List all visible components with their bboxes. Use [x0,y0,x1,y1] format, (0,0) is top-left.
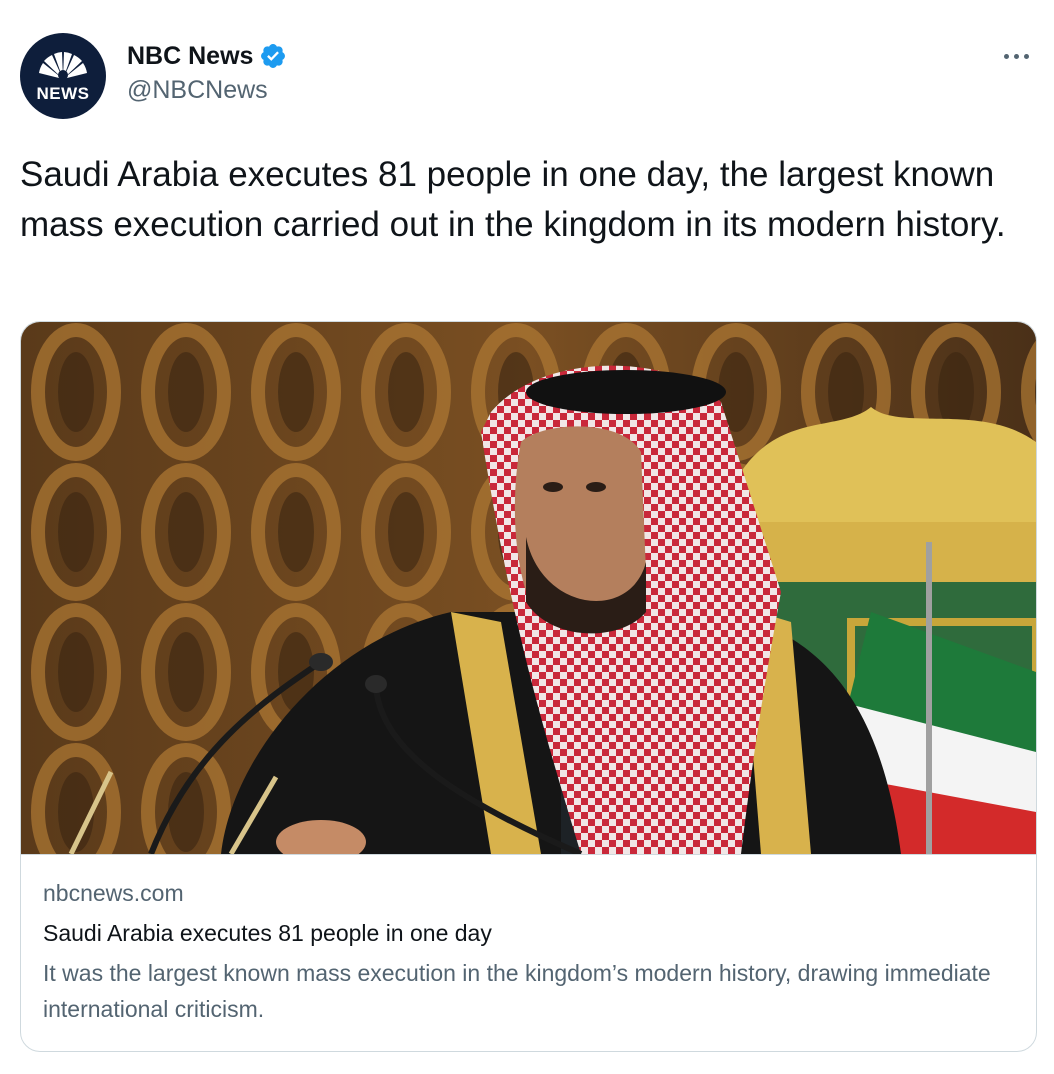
card-description: It was the largest known mass execution … [43,960,991,1022]
avatar[interactable]: NEWS [20,33,106,119]
link-card[interactable]: nbcnews.com Saudi Arabia executes 81 peo… [20,321,1037,1052]
card-photo [21,322,1036,854]
card-meta[interactable]: nbcnews.com Saudi Arabia executes 81 peo… [43,877,1013,1027]
tweet-text: Saudi Arabia executes 81 people in one d… [20,155,1006,244]
card-image[interactable] [21,322,1036,855]
tweet[interactable]: NEWS NBC News @NBCNews Saudi Arabia exec… [0,0,1054,1074]
peacock-logo-icon [39,52,87,80]
verified-badge-icon [261,44,286,68]
display-name[interactable]: NBC News [127,42,253,71]
card-domain: nbcnews.com [43,880,184,906]
card-title[interactable]: Saudi Arabia executes 81 people in one d… [43,917,1013,949]
avatar-text: NEWS [36,84,90,103]
handle[interactable]: @NBCNews [127,76,287,105]
more-options-icon[interactable] [1002,46,1032,66]
author-info[interactable]: NBC News @NBCNews [127,40,287,105]
